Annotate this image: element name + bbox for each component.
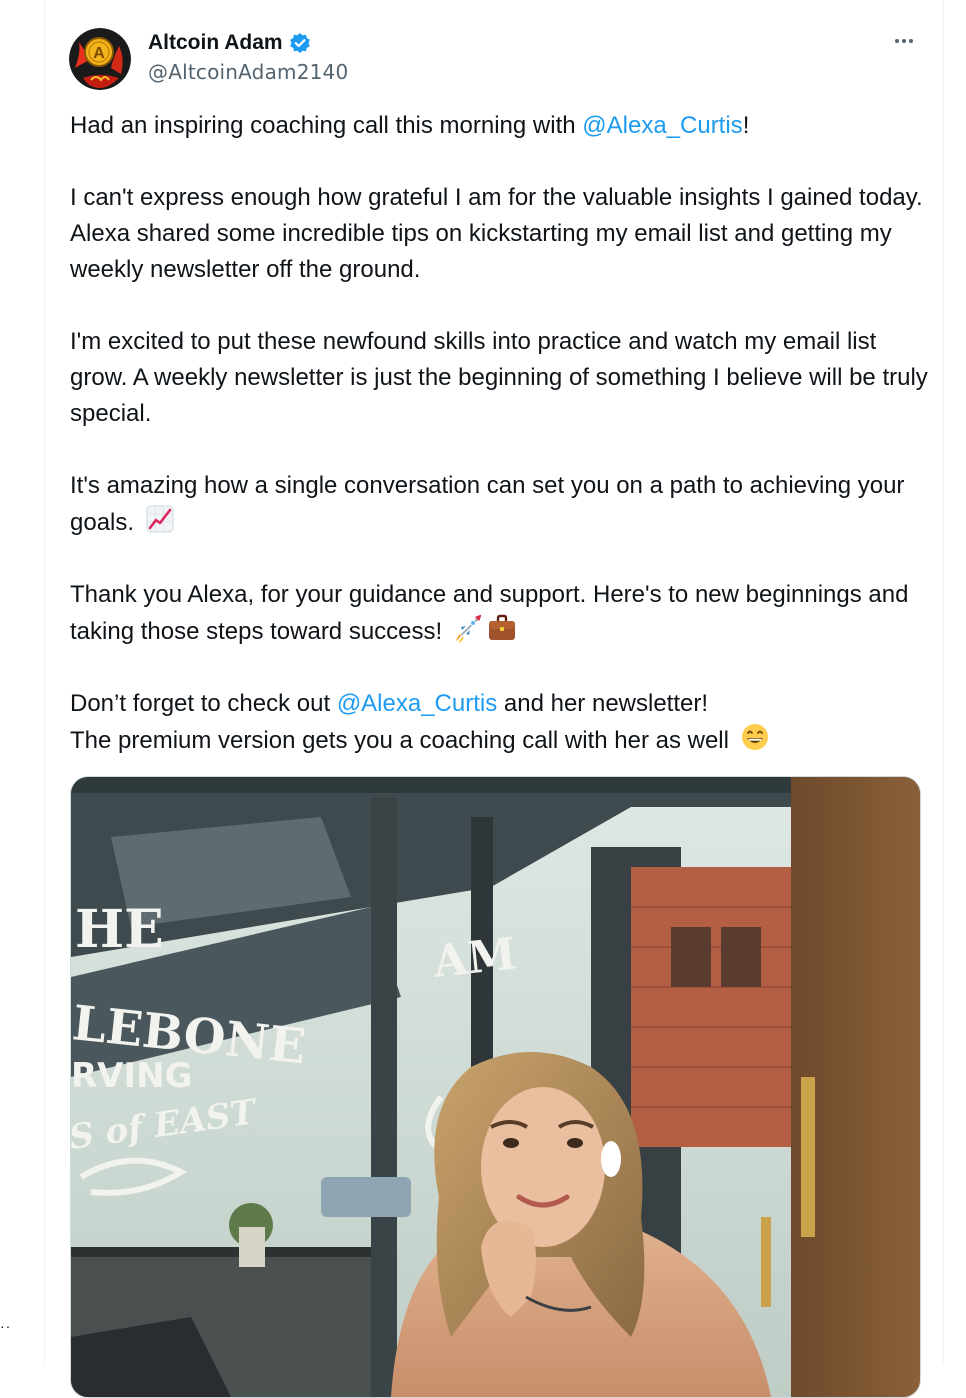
tweet-media-photo[interactable]: HE LEBONE RVING S of EAST AM	[70, 776, 921, 1398]
edge-ellipsis: ··	[0, 1318, 12, 1334]
avatar[interactable]: A	[69, 28, 131, 90]
tweet-paragraph-5: Thank you Alexa, for your guidance and s…	[70, 581, 909, 645]
author-handle[interactable]: @AltcoinAdam2140	[148, 60, 348, 84]
author-display-name[interactable]: Altcoin Adam	[148, 31, 283, 55]
tweet-paragraph-2: I can't express enough how grateful I am…	[70, 184, 923, 283]
mention-link[interactable]: @Alexa_Curtis	[582, 112, 742, 139]
tweet-paragraph-7: The premium version gets you a coaching …	[70, 722, 930, 759]
tweet-paragraph-6: Don’t forget to check out @Alexa_Curtis …	[70, 690, 709, 717]
rocket-emoji	[453, 613, 483, 643]
tweet-card[interactable]: A Altcoin Adam @AltcoinAdam2140 Had an i…	[44, 0, 944, 1398]
tweet-text: Had an inspiring coaching call this morn…	[70, 108, 930, 759]
verified-badge-icon[interactable]	[289, 32, 311, 54]
svg-text:HE: HE	[75, 899, 164, 960]
background-page-strip: ··	[0, 0, 44, 1364]
tweet-paragraph-4: It's amazing how a single conversation c…	[70, 472, 905, 536]
grinning-face-emoji	[740, 722, 770, 752]
tweet-paragraph-3: I'm excited to put these newfound skills…	[70, 328, 928, 427]
author-name-row: Altcoin Adam	[148, 29, 311, 57]
avatar-image: A	[69, 28, 131, 90]
svg-text:RVING: RVING	[71, 1056, 193, 1096]
svg-text:A: A	[93, 45, 105, 62]
more-options-button[interactable]	[889, 30, 919, 52]
chart-increasing-emoji	[145, 504, 175, 534]
svg-text:AM: AM	[430, 929, 519, 988]
mention-link[interactable]: @Alexa_Curtis	[337, 690, 497, 717]
briefcase-emoji	[487, 613, 517, 643]
tweet-paragraph-1: Had an inspiring coaching call this morn…	[70, 112, 750, 139]
more-horizontal-icon	[895, 39, 899, 43]
cafe-photo-image: HE LEBONE RVING S of EAST AM	[71, 777, 920, 1397]
